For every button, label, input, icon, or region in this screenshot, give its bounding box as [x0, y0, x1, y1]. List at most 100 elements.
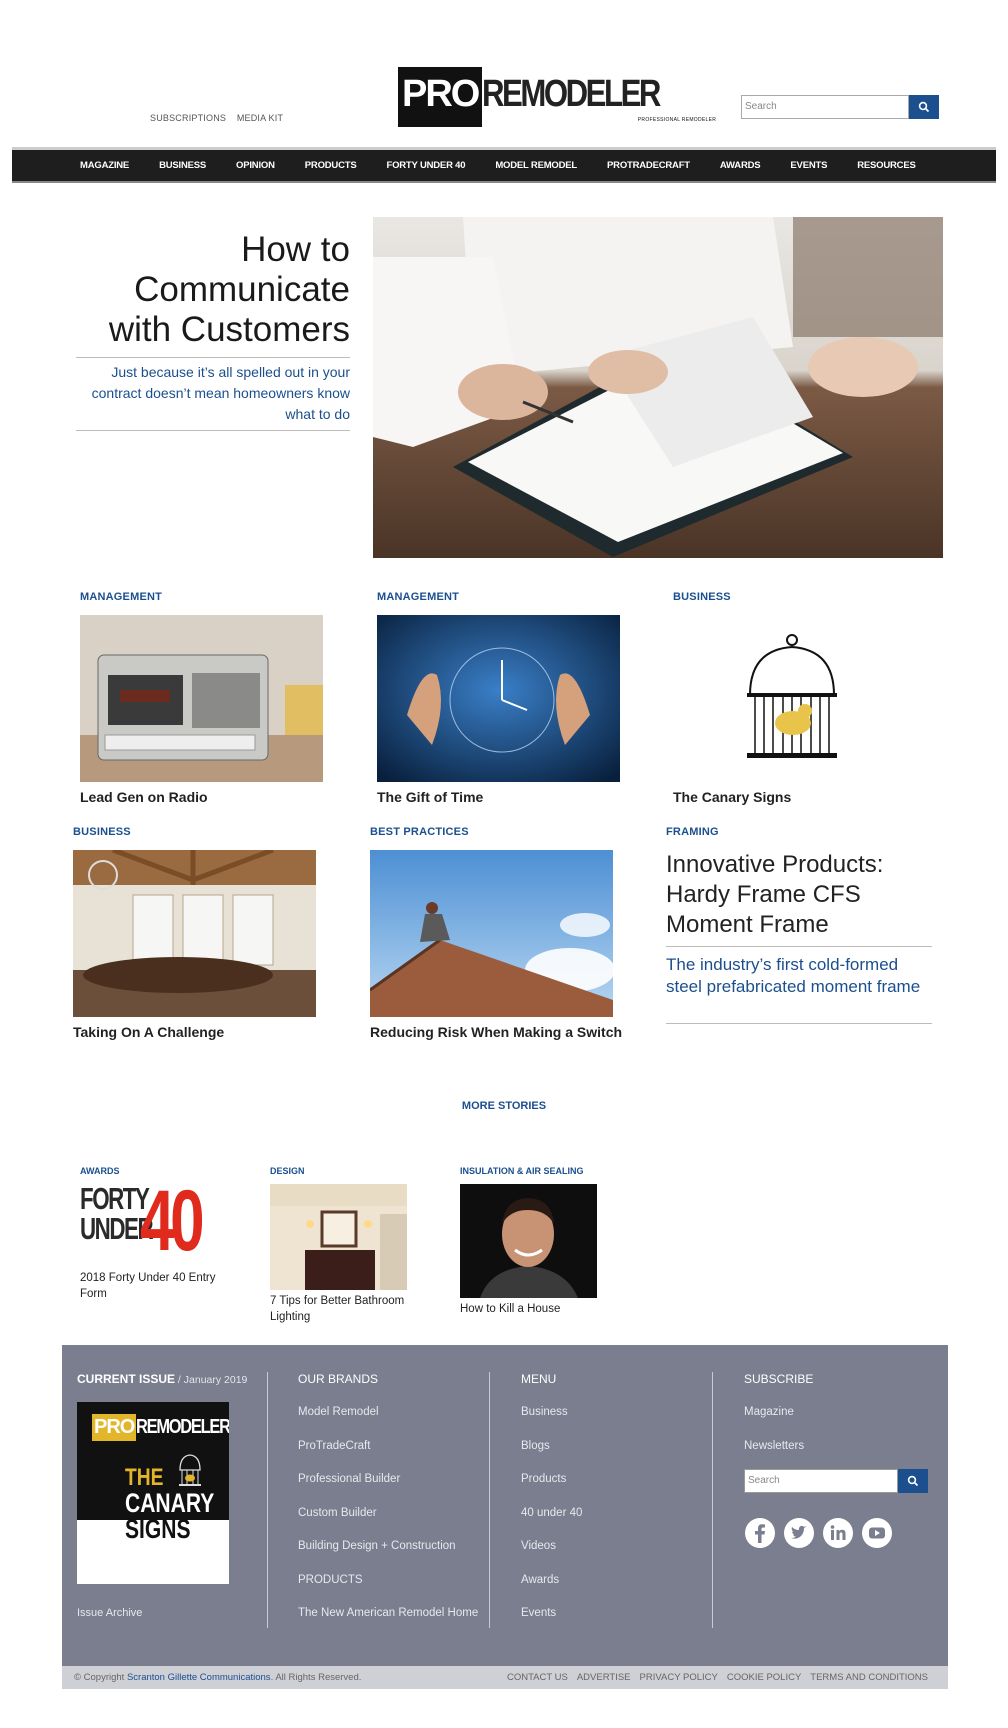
brand-link[interactable]: Building Design + Construction: [298, 1540, 488, 1574]
small-story-caption[interactable]: 2018 Forty Under 40 Entry Form: [80, 1270, 240, 1302]
story-caption[interactable]: The Canary Signs: [673, 789, 791, 805]
brands-heading: OUR BRANDS: [298, 1372, 379, 1386]
footer-menu-list: Business Blogs Products 40 under 40 Vide…: [521, 1406, 671, 1641]
copyright-text: © Copyright Scranton Gillette Communicat…: [74, 1672, 361, 1683]
top-links: SUBSCRIPTIONS MEDIA KIT: [150, 113, 291, 123]
brand-link[interactable]: Custom Builder: [298, 1507, 488, 1541]
footer-menu-link[interactable]: Products: [521, 1473, 671, 1507]
small-story-caption[interactable]: How to Kill a House: [460, 1301, 610, 1317]
hero-image[interactable]: [373, 217, 943, 558]
youtube-icon[interactable]: [861, 1517, 893, 1549]
footer-menu-link[interactable]: Awards: [521, 1574, 671, 1608]
hero-subtitle[interactable]: Just because it’s all spelled out in you…: [82, 362, 350, 425]
small-story-caption[interactable]: 7 Tips for Better Bathroom Lighting: [270, 1293, 420, 1325]
nav-events[interactable]: EVENTS: [790, 160, 827, 171]
search-button[interactable]: [909, 95, 939, 119]
terms-link[interactable]: TERMS AND CONDITIONS: [810, 1672, 928, 1683]
small-story-category[interactable]: INSULATION & AIR SEALING: [460, 1166, 584, 1176]
site-logo[interactable]: PRO REMODELER PROFESSIONAL REMODELER: [398, 67, 716, 129]
brand-link[interactable]: PRODUCTS: [298, 1574, 488, 1608]
forty-under-40-logo[interactable]: FORTY UNDER 40: [80, 1178, 220, 1266]
nav-model-remodel[interactable]: MODEL REMODEL: [495, 160, 577, 171]
cover-title-3: SIGNS: [125, 1514, 191, 1544]
search-input[interactable]: Search: [741, 95, 909, 119]
story-thumbnail-radio[interactable]: [80, 615, 323, 782]
small-story-category[interactable]: DESIGN: [270, 1166, 305, 1176]
copyright-bar: © Copyright Scranton Gillette Communicat…: [62, 1666, 948, 1689]
social-icons: [744, 1517, 893, 1549]
hero-title[interactable]: How to Communicate with Customers: [72, 230, 350, 350]
story-category[interactable]: BUSINESS: [673, 591, 731, 603]
footer-menu-link[interactable]: Events: [521, 1607, 671, 1641]
privacy-policy-link[interactable]: PRIVACY POLICY: [640, 1672, 718, 1683]
story-category[interactable]: BUSINESS: [73, 826, 131, 838]
nav-forty-under-40[interactable]: FORTY UNDER 40: [386, 160, 465, 171]
feature-divider: [666, 1023, 932, 1024]
feature-title[interactable]: Innovative Products: Hardy Frame CFS Mom…: [666, 850, 926, 940]
story-category[interactable]: MANAGEMENT: [80, 591, 162, 603]
story-thumbnail-clock[interactable]: [377, 615, 620, 782]
linkedin-icon[interactable]: [822, 1517, 854, 1549]
issue-archive-link[interactable]: Issue Archive: [77, 1607, 142, 1619]
nav-awards[interactable]: AWARDS: [720, 160, 761, 171]
footer-bottom-links: CONTACT US ADVERTISE PRIVACY POLICY COOK…: [507, 1672, 928, 1683]
footer-search-button[interactable]: [898, 1469, 928, 1493]
hero-divider: [76, 430, 350, 431]
current-issue-label: CURRENT ISSUE: [77, 1372, 176, 1386]
footer-menu-link[interactable]: 40 under 40: [521, 1507, 671, 1541]
footer-search-input[interactable]: Search: [744, 1469, 898, 1493]
cookie-policy-link[interactable]: COOKIE POLICY: [727, 1672, 801, 1683]
magazine-cover[interactable]: PRO REMODELER THE CANARY SIGNS: [77, 1402, 229, 1584]
subscribe-magazine-link[interactable]: Magazine: [744, 1406, 894, 1440]
search-icon: [907, 1475, 919, 1487]
main-nav: MAGAZINE BUSINESS OPINION PRODUCTS FORTY…: [12, 147, 996, 183]
nav-resources[interactable]: RESOURCES: [857, 160, 916, 171]
copyright-suffix: . All Rights Reserved.: [270, 1672, 362, 1683]
search-icon: [918, 101, 930, 113]
media-kit-link[interactable]: MEDIA KIT: [237, 113, 283, 123]
subscribe-newsletters-link[interactable]: Newsletters: [744, 1440, 894, 1474]
story-thumbnail-birdcage[interactable]: [673, 615, 916, 782]
contact-us-link[interactable]: CONTACT US: [507, 1672, 568, 1683]
story-caption[interactable]: The Gift of Time: [377, 789, 483, 805]
story-thumbnail-interior[interactable]: [73, 850, 316, 1017]
feature-divider: [666, 946, 932, 947]
advertise-link[interactable]: ADVERTISE: [577, 1672, 631, 1683]
more-stories-link[interactable]: MORE STORIES: [0, 1100, 1008, 1112]
small-story-thumbnail-portrait[interactable]: [460, 1184, 597, 1298]
twitter-icon[interactable]: [783, 1517, 815, 1549]
cover-title-2: CANARY: [125, 1488, 215, 1518]
brand-link[interactable]: The New American Remodel Home: [298, 1607, 488, 1641]
logo-pro: PRO: [398, 67, 483, 127]
nav-magazine[interactable]: MAGAZINE: [80, 160, 129, 171]
nav-protradecraft[interactable]: PROTRADECRAFT: [607, 160, 690, 171]
story-caption[interactable]: Reducing Risk When Making a Switch: [370, 1024, 622, 1040]
story-thumbnail-roof[interactable]: [370, 850, 613, 1017]
story-category[interactable]: BEST PRACTICES: [370, 826, 469, 838]
site-footer: CURRENT ISSUE / January 2019 PRO REMODEL…: [62, 1345, 948, 1666]
brand-link[interactable]: Model Remodel: [298, 1406, 488, 1440]
footer-menu-link[interactable]: Business: [521, 1406, 671, 1440]
facebook-icon[interactable]: [744, 1517, 776, 1549]
header-search: Search: [741, 95, 939, 119]
footer-divider: [267, 1372, 268, 1628]
story-category[interactable]: MANAGEMENT: [377, 591, 459, 603]
current-issue-date: / January 2019: [175, 1374, 248, 1386]
footer-menu-link[interactable]: Videos: [521, 1540, 671, 1574]
nav-business[interactable]: BUSINESS: [159, 160, 206, 171]
small-story-category[interactable]: AWARDS: [80, 1166, 120, 1176]
cover-title-1: THE: [125, 1464, 164, 1491]
feature-subtitle[interactable]: The industry’s first cold-formed steel p…: [666, 954, 932, 998]
subscriptions-link[interactable]: SUBSCRIPTIONS: [150, 113, 226, 123]
footer-menu-link[interactable]: Blogs: [521, 1440, 671, 1474]
nav-opinion[interactable]: OPINION: [236, 160, 275, 171]
nav-products[interactable]: PRODUCTS: [305, 160, 357, 171]
small-story-thumbnail-bathroom[interactable]: [270, 1184, 407, 1290]
forty-logo-line1: FORTY: [80, 1181, 150, 1216]
brand-link[interactable]: Professional Builder: [298, 1473, 488, 1507]
brand-link[interactable]: ProTradeCraft: [298, 1440, 488, 1474]
copyright-company-link[interactable]: Scranton Gillette Communications: [127, 1672, 271, 1683]
story-caption[interactable]: Lead Gen on Radio: [80, 789, 208, 805]
story-caption[interactable]: Taking On A Challenge: [73, 1024, 224, 1040]
feature-category[interactable]: FRAMING: [666, 826, 719, 838]
